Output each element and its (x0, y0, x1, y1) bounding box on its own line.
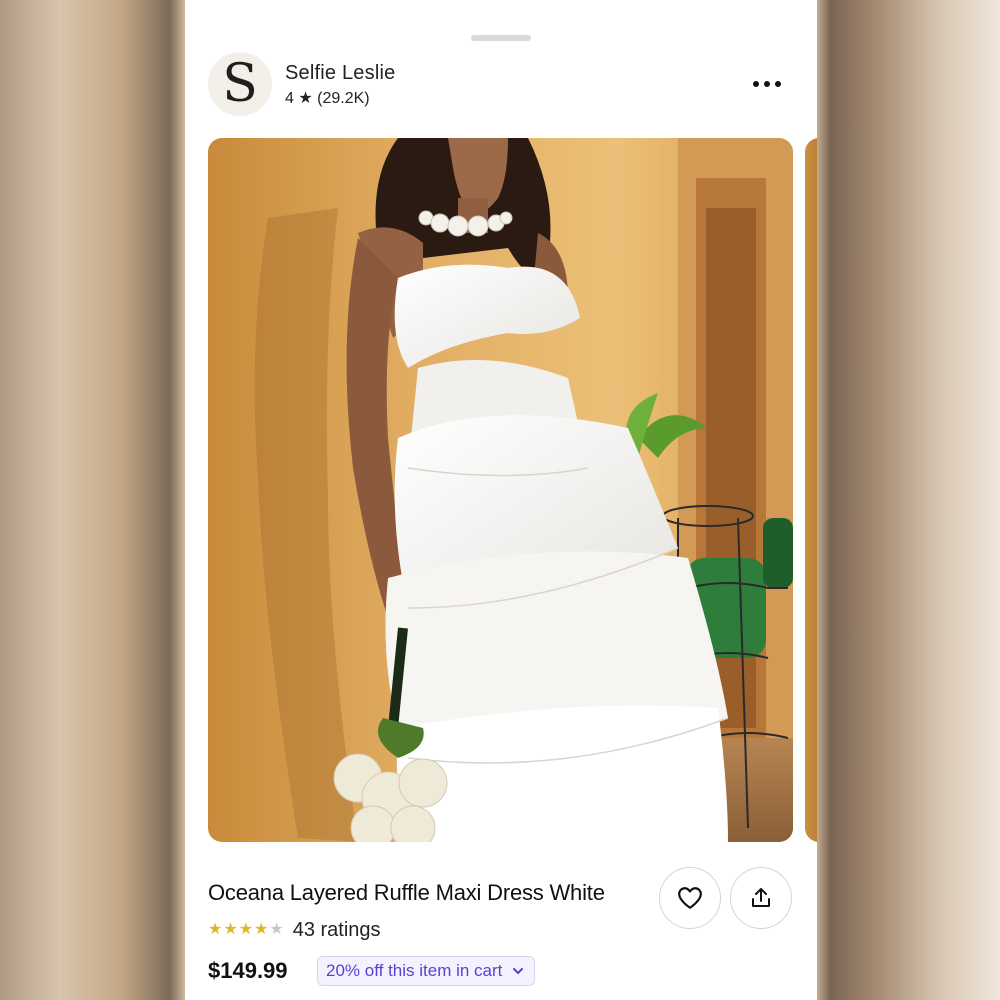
product-title: Oceana Layered Ruffle Maxi Dress White (208, 880, 605, 905)
product-price: $149.99 (208, 958, 288, 983)
product-rating[interactable]: ★★★★★ 43 ratings (208, 918, 381, 942)
promo-text: 20% off this item in cart (326, 961, 503, 980)
share-button[interactable] (730, 867, 792, 929)
heart-icon (678, 887, 702, 909)
product-image[interactable] (208, 138, 793, 842)
shop-name[interactable]: Selfie Leslie (285, 62, 395, 85)
ratings-count: 43 ratings (292, 918, 381, 941)
next-product-image-peek[interactable] (805, 138, 817, 842)
shop-rating: 4 ★ (29.2K) (285, 90, 370, 107)
chevron-down-icon (512, 967, 524, 975)
product-sheet: S Selfie Leslie 4 ★ (29.2K) Oceana Layer… (185, 0, 817, 1000)
more-horizontal-icon (753, 81, 759, 87)
promo-dropdown[interactable]: 20% off this item in cart (317, 956, 536, 986)
favorite-button[interactable] (659, 867, 721, 929)
shop-header: S Selfie Leslie 4 ★ (29.2K) (185, 0, 817, 120)
more-options-button[interactable] (745, 70, 789, 98)
shop-avatar-letter: S (222, 54, 258, 114)
shop-avatar[interactable]: S (208, 52, 272, 116)
star-rating-icon: ★★★★★ (208, 921, 285, 938)
share-icon (752, 888, 770, 907)
